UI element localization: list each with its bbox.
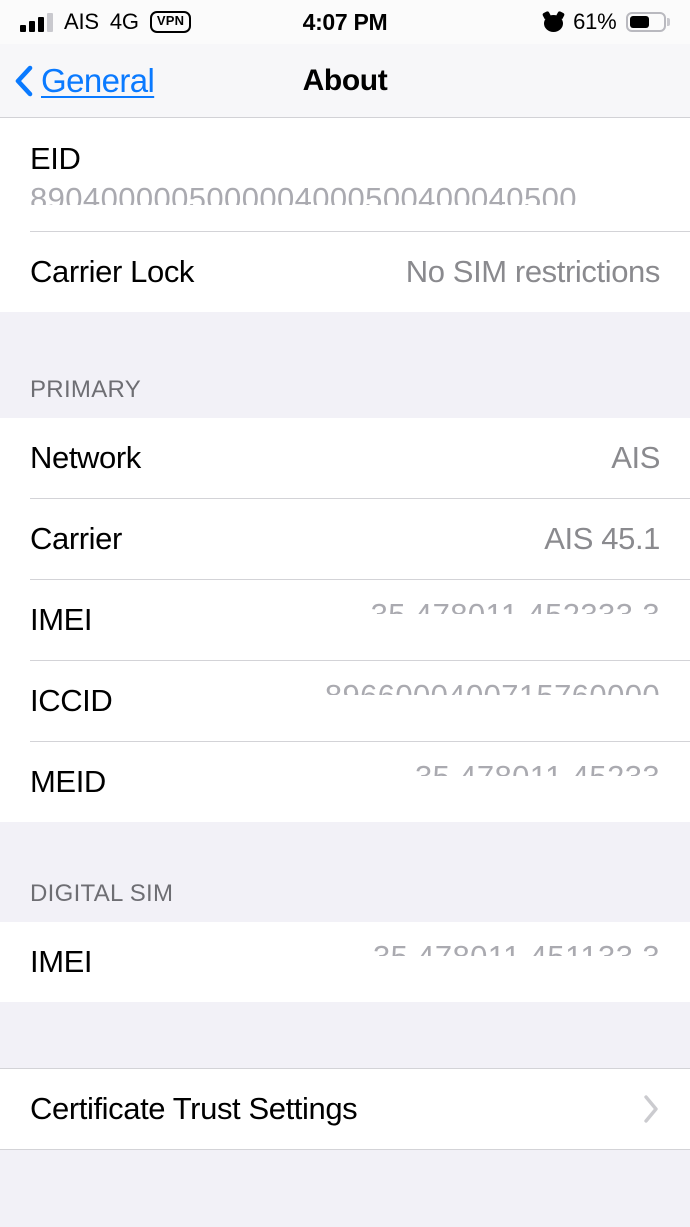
section-device-identifiers: EID 8904000005000004000500400040500 Carr… — [0, 118, 690, 312]
section-gap — [0, 1001, 690, 1068]
chevron-left-icon — [15, 65, 33, 96]
row-imei-primary[interactable]: IMEI 35 478011 452333 3 — [0, 579, 690, 660]
row-meid[interactable]: MEID 35 478011 45233 — [0, 741, 690, 822]
battery-percent-label: 61% — [573, 9, 617, 34]
back-button-general[interactable]: General — [0, 61, 155, 100]
row-value-eid-clipped: 8904000005000004000500400040500 — [30, 182, 577, 205]
status-bar: AIS 4G VPN 4:07 PM 61% — [0, 0, 690, 44]
row-value-carrier: AIS 45.1 — [544, 520, 660, 556]
bottom-spacer — [0, 1149, 690, 1222]
alarm-clock-icon — [542, 10, 566, 33]
row-network[interactable]: Network AIS — [0, 417, 690, 498]
row-eid[interactable]: EID 8904000005000004000500400040500 — [0, 118, 690, 231]
row-certificate-trust-settings[interactable]: Certificate Trust Settings — [0, 1068, 690, 1149]
row-value-iccid-clipped: 8966000400715760000 — [325, 680, 660, 695]
section-digital-sim: IMEI 35 478011 451133 3 — [0, 921, 690, 1002]
row-label-carrier-lock: Carrier Lock — [30, 253, 195, 289]
row-imei-digital-sim[interactable]: IMEI 35 478011 451133 3 — [0, 921, 690, 1002]
row-value-network: AIS — [611, 439, 660, 475]
row-value-carrier-lock: No SIM restrictions — [405, 253, 661, 289]
row-label-carrier: Carrier — [30, 520, 122, 556]
battery-icon — [625, 12, 670, 32]
row-label-eid: EID — [30, 141, 81, 176]
section-header-primary: PRIMARY — [0, 311, 690, 418]
about-screen: AIS 4G VPN 4:07 PM 61% General About EID… — [0, 0, 690, 1227]
section-header-digital-sim: DIGITAL SIM — [0, 821, 690, 922]
row-carrier[interactable]: Carrier AIS 45.1 — [0, 498, 690, 579]
row-value-imei-primary-clipped: 35 478011 452333 3 — [371, 599, 660, 614]
row-value-meid-clipped: 35 478011 45233 — [415, 761, 660, 776]
row-label-imei-primary: IMEI — [30, 601, 93, 637]
row-carrier-lock[interactable]: Carrier Lock No SIM restrictions — [0, 231, 690, 312]
status-bar-left: AIS 4G VPN — [20, 9, 192, 35]
chevron-right-icon — [644, 1095, 658, 1123]
section-certificate-trust: Certificate Trust Settings — [0, 1067, 690, 1150]
status-bar-right: 61% — [542, 9, 670, 35]
status-carrier-label: AIS — [64, 9, 99, 34]
back-button-label: General — [41, 61, 155, 99]
section-primary: Network AIS Carrier AIS 45.1 IMEI 35 478… — [0, 417, 690, 822]
row-iccid[interactable]: ICCID 8966000400715760000 — [0, 660, 690, 741]
row-label-imei-digital-sim: IMEI — [30, 943, 93, 979]
row-label-network: Network — [30, 439, 141, 475]
row-label-certificate-trust-settings: Certificate Trust Settings — [30, 1090, 358, 1126]
row-label-iccid: ICCID — [30, 682, 113, 718]
cellular-signal-icon — [20, 12, 53, 32]
navigation-bar: General About — [0, 44, 690, 118]
status-network-type-label: 4G — [109, 9, 139, 34]
row-label-meid: MEID — [30, 763, 106, 799]
row-value-imei-digital-sim-clipped: 35 478011 451133 3 — [373, 941, 660, 956]
vpn-badge: VPN — [149, 11, 192, 33]
